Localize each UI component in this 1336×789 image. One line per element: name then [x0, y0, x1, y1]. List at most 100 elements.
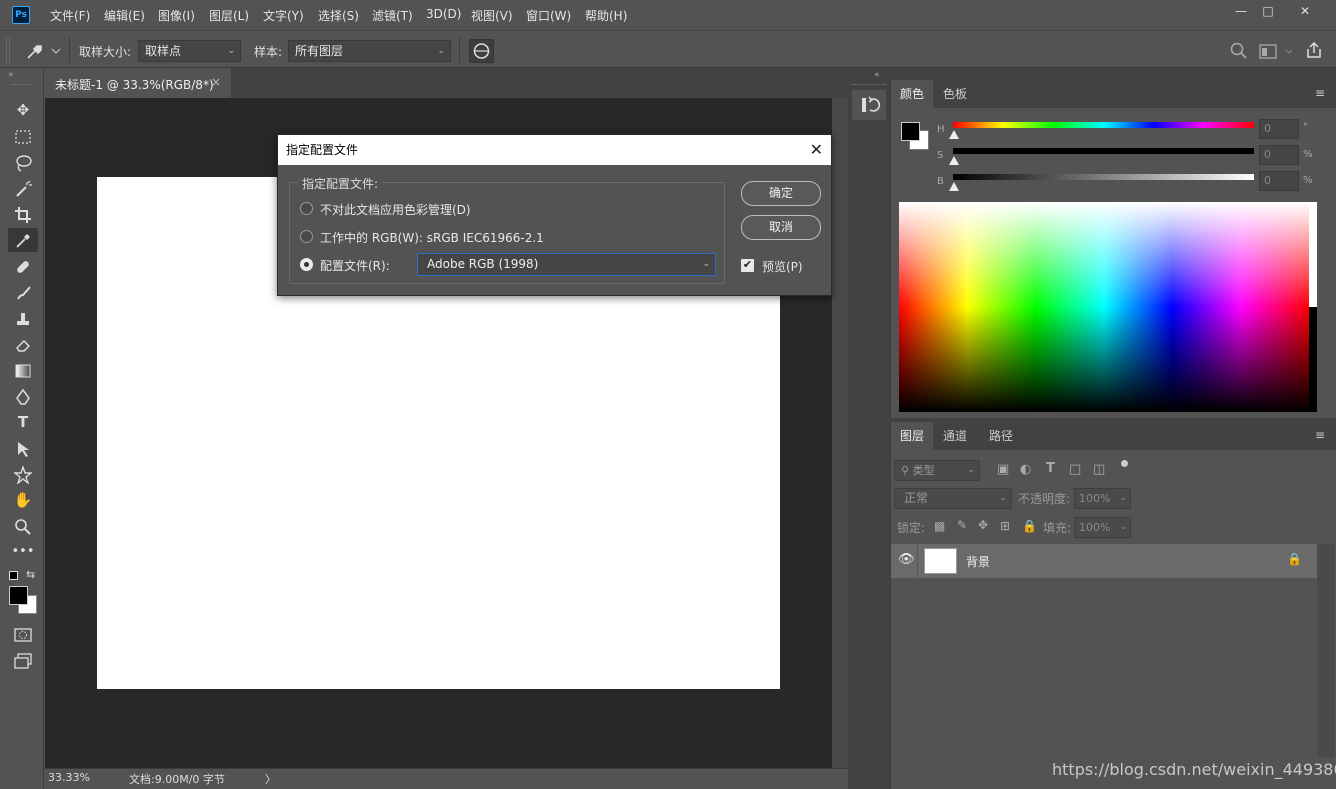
sample-select[interactable]: 所有图层 ⌄	[288, 40, 451, 62]
share-icon[interactable]	[1304, 40, 1324, 60]
menu-image[interactable]: 图像(I)	[158, 7, 195, 24]
saturation-value[interactable]: 0	[1259, 145, 1299, 165]
close-window-icon[interactable]: ✕	[1290, 2, 1320, 20]
filter-shape-layers-icon[interactable]: □	[1069, 462, 1081, 477]
cancel-button[interactable]: 取消	[741, 215, 821, 240]
fill-field[interactable]: 100% ⌄	[1074, 517, 1131, 538]
menu-edit[interactable]: 编辑(E)	[104, 7, 145, 24]
marquee-tool-icon[interactable]	[8, 124, 38, 148]
menu-window[interactable]: 窗口(W)	[526, 7, 571, 24]
spectrum-black-strip[interactable]	[1309, 307, 1317, 412]
lock-artboard-icon[interactable]: ⊞	[1000, 519, 1010, 533]
move-tool-icon[interactable]: ✥	[8, 98, 38, 122]
menu-select[interactable]: 选择(S)	[318, 7, 359, 24]
workspace-switcher-icon[interactable]	[1259, 43, 1295, 61]
default-colors-icon[interactable]	[9, 571, 18, 580]
lock-position-icon[interactable]: ✥	[978, 518, 988, 532]
close-icon[interactable]: ✕	[810, 135, 823, 165]
zoom-tool-icon[interactable]	[8, 514, 38, 538]
eraser-tool-icon[interactable]	[8, 332, 38, 356]
foreground-color-swatch[interactable]	[9, 586, 28, 605]
restore-icon[interactable]: □	[1253, 2, 1283, 20]
radio-working-rgb[interactable]	[300, 230, 313, 243]
search-icon[interactable]	[1229, 41, 1249, 61]
blend-mode-select[interactable]: 正常 ⌄	[894, 488, 1012, 509]
path-selection-tool-icon[interactable]	[8, 436, 38, 460]
lock-all-icon[interactable]: 🔒	[1022, 519, 1037, 533]
menu-help[interactable]: 帮助(H)	[585, 7, 627, 24]
saturation-slider[interactable]	[953, 148, 1254, 154]
sampling-ring-toggle[interactable]	[469, 39, 494, 63]
layer-row[interactable]: 👁 背景 🔒	[891, 544, 1317, 578]
filter-toggle-icon[interactable]	[1121, 460, 1128, 467]
tool-preset-picker[interactable]	[22, 40, 64, 62]
screen-mode-icon[interactable]	[8, 648, 38, 672]
pen-tool-icon[interactable]	[8, 384, 38, 408]
hand-tool-icon[interactable]: ✋	[8, 488, 38, 512]
color-panel-foreground-swatch[interactable]	[901, 122, 920, 141]
hue-slider-thumb[interactable]	[949, 130, 959, 139]
radio-no-color-management[interactable]	[300, 202, 313, 215]
opacity-field[interactable]: 100% ⌄	[1074, 488, 1131, 509]
tab-color[interactable]: 颜色	[891, 80, 934, 108]
eyedropper-tool-icon[interactable]	[8, 228, 38, 252]
preview-checkbox[interactable]: ✔	[741, 259, 754, 272]
tab-channels[interactable]: 通道	[934, 422, 976, 450]
zoom-level[interactable]: 33.33%	[48, 771, 90, 784]
color-spectrum[interactable]	[899, 202, 1309, 412]
lock-transparent-pixels-icon[interactable]: ▩	[934, 519, 945, 533]
tab-paths[interactable]: 路径	[980, 422, 1022, 450]
brightness-slider-thumb[interactable]	[949, 182, 959, 191]
status-menu-arrow-icon[interactable]: 〉	[265, 771, 276, 787]
filter-type-layers-icon[interactable]: T	[1046, 461, 1055, 476]
type-tool-icon[interactable]: T	[8, 410, 38, 434]
layers-panel-menu-icon[interactable]: ≡	[1315, 429, 1326, 441]
preview-label[interactable]: 预览(P)	[762, 258, 803, 275]
menu-filter[interactable]: 滤镜(T)	[372, 7, 413, 24]
layers-scrollbar[interactable]	[1317, 544, 1335, 757]
healing-brush-tool-icon[interactable]	[8, 254, 38, 278]
lasso-tool-icon[interactable]	[8, 150, 38, 174]
document-tab[interactable]: 未标题-1 @ 33.3%(RGB/8*) ×	[45, 68, 231, 98]
radio-profile[interactable]	[300, 258, 313, 271]
crop-tool-icon[interactable]	[8, 202, 38, 226]
hue-slider[interactable]	[953, 122, 1254, 128]
shape-tool-icon[interactable]	[8, 462, 38, 486]
filter-smart-objects-icon[interactable]: ◫	[1093, 462, 1105, 477]
history-panel-button[interactable]	[852, 90, 886, 120]
menu-view[interactable]: 视图(V)	[471, 7, 513, 24]
magic-wand-tool-icon[interactable]	[8, 176, 38, 200]
color-panel-menu-icon[interactable]: ≡	[1315, 87, 1326, 99]
profile-select[interactable]: Adobe RGB (1998) ⌄	[417, 253, 716, 276]
menu-file[interactable]: 文件(F)	[50, 7, 90, 24]
minimize-icon[interactable]: —	[1226, 2, 1256, 20]
filter-pixel-layers-icon[interactable]: ▣	[997, 462, 1009, 477]
profile-label[interactable]: 配置文件(R):	[320, 257, 390, 274]
brush-tool-icon[interactable]	[8, 280, 38, 304]
spectrum-white-strip[interactable]	[1309, 202, 1317, 307]
collapse-toolbar-icon[interactable]: »	[8, 70, 14, 80]
tab-swatches[interactable]: 色板	[934, 80, 976, 108]
layer-name[interactable]: 背景	[966, 553, 990, 570]
expand-panels-icon[interactable]: «	[874, 70, 880, 80]
no-color-management-label[interactable]: 不对此文档应用色彩管理(D)	[320, 201, 471, 218]
clone-stamp-tool-icon[interactable]	[8, 306, 38, 330]
swap-colors-icon[interactable]: ⇆	[26, 568, 35, 581]
close-tab-icon[interactable]: ×	[211, 75, 221, 89]
more-tools-icon[interactable]: •••	[8, 540, 38, 564]
hue-value[interactable]: 0	[1259, 119, 1299, 139]
filter-adjustment-layers-icon[interactable]: ◐	[1020, 462, 1031, 477]
brightness-value[interactable]: 0	[1259, 171, 1299, 191]
visibility-eye-icon[interactable]: 👁	[898, 552, 915, 567]
menu-layer[interactable]: 图层(L)	[209, 7, 249, 24]
menu-3d[interactable]: 3D(D)	[426, 7, 461, 21]
working-rgb-label[interactable]: 工作中的 RGB(W): sRGB IEC61966-2.1	[320, 229, 544, 246]
sample-size-select[interactable]: 取样点 ⌄	[138, 40, 241, 62]
tab-layers[interactable]: 图层	[891, 422, 934, 450]
saturation-slider-thumb[interactable]	[949, 156, 959, 165]
brightness-slider[interactable]	[953, 174, 1254, 180]
menu-type[interactable]: 文字(Y)	[263, 7, 304, 24]
lock-image-pixels-icon[interactable]: ✎	[957, 518, 967, 532]
vertical-scrollbar[interactable]	[832, 98, 848, 768]
quick-mask-icon[interactable]	[8, 622, 38, 646]
